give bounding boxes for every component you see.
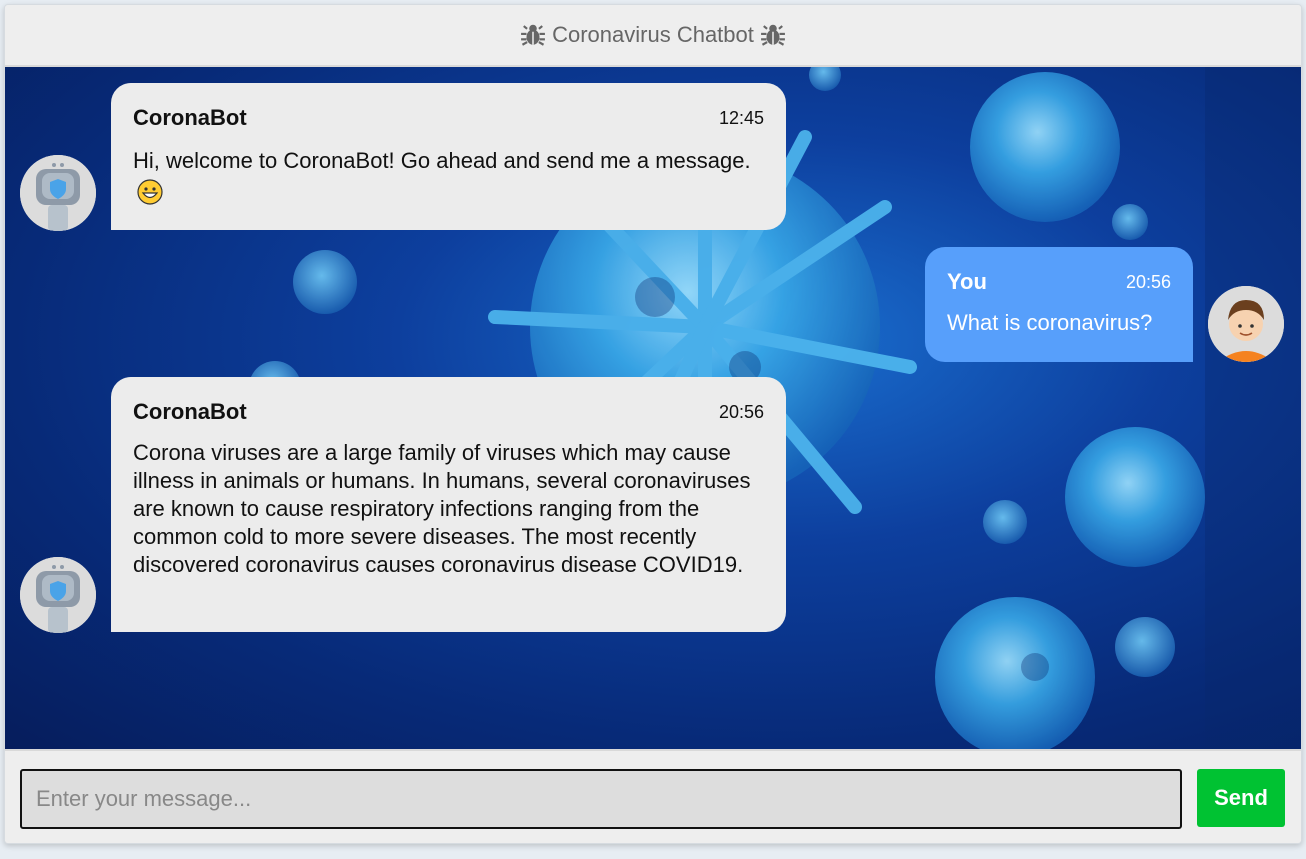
sender-name: You (947, 269, 987, 294)
user-avatar (1208, 286, 1284, 362)
robot-avatar (20, 557, 96, 633)
bug-icon (521, 24, 546, 46)
message-bubble: CoronaBot 12:45 Hi, welcome to CoronaBot… (111, 83, 786, 230)
user-icon (1208, 286, 1284, 362)
message-time: 20:56 (718, 401, 764, 422)
scrollbar-track[interactable] (1205, 67, 1301, 749)
sender-name: CoronaBot (133, 399, 247, 424)
bug-icon (760, 24, 785, 46)
robot-icon (20, 155, 96, 231)
chat-header: Coronavirus Chatbot (5, 5, 1301, 67)
send-button[interactable]: Send (1197, 769, 1285, 827)
message-input[interactable] (20, 769, 1182, 829)
message-text: Hi, welcome to CoronaBot! Go ahead and s… (133, 145, 764, 209)
message-input-bar: Send (5, 749, 1301, 843)
robot-icon (20, 557, 96, 633)
message-time: 12:45 (718, 107, 764, 128)
sender-name: CoronaBot (133, 105, 247, 130)
message-list[interactable]: CoronaBot 12:45 Hi, welcome to CoronaBot… (5, 67, 1301, 749)
grinning-face-emoji (137, 179, 163, 205)
message-text: Corona viruses are a large family of vir… (133, 440, 751, 577)
chat-window: Coronavirus Chatbot CoronaBot 12:45 Hi, … (4, 4, 1302, 844)
message-bubble: You 20:56 What is coronavirus? (925, 247, 1193, 362)
message-bubble: CoronaBot 20:56 Corona viruses are a lar… (111, 377, 786, 632)
robot-avatar (20, 155, 96, 231)
message-time: 20:56 (1125, 271, 1171, 292)
message-text: What is coronavirus? (947, 310, 1153, 335)
chat-title: Coronavirus Chatbot (552, 22, 754, 47)
